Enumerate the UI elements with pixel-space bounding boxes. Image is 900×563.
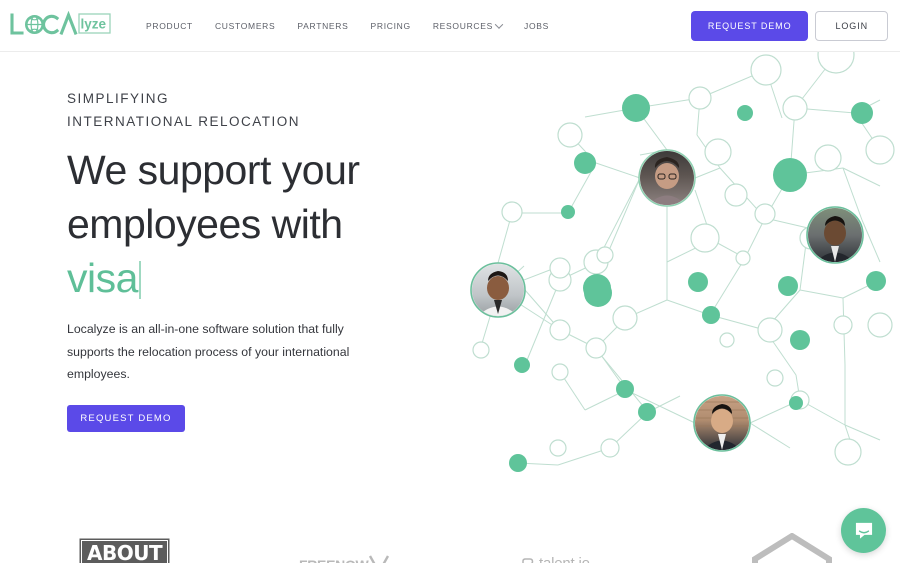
nav-item-pricing[interactable]: PRICING (360, 15, 422, 37)
chat-bubble-icon (855, 522, 872, 539)
chevron-down-icon (494, 19, 504, 29)
freenow-logo: FREENOW (299, 555, 390, 563)
hero-subcopy: Localyze is an all-in-one software solut… (67, 322, 350, 381)
house-icon (752, 532, 832, 563)
network-nodes (472, 45, 895, 472)
talent-io-label: talent.io (539, 555, 590, 563)
hero-section: SIMPLIFYING INTERNATIONAL RELOCATION We … (67, 88, 397, 432)
nav-item-label: CUSTOMERS (214, 20, 276, 31)
nav-item-customers[interactable]: CUSTOMERS (204, 15, 286, 37)
avatar-person-3 (806, 206, 864, 264)
hero-eyebrow: SIMPLIFYING INTERNATIONAL RELOCATION (67, 91, 301, 129)
request-demo-button-hero[interactable]: REQUEST DEMO (67, 404, 185, 432)
nav-item-jobs[interactable]: JOBS (513, 15, 560, 37)
freenow-check-icon (369, 555, 390, 563)
nav-item-label: PRICING (370, 20, 411, 31)
talent-io-logo: talent.io (521, 555, 590, 563)
login-button[interactable]: LOGIN (815, 10, 888, 41)
top-navbar: lyze PRODUCT CUSTOMERS PARTNERS PRICING … (0, 0, 900, 52)
nav-item-label: PARTNERS (297, 20, 349, 31)
partner-logos-strip: ABOUT FREENOW talent.io (0, 505, 900, 563)
avatar-person-2 (470, 262, 526, 318)
nav-item-product[interactable]: PRODUCT (135, 15, 204, 37)
nav-item-partners[interactable]: PARTNERS (286, 15, 359, 37)
request-demo-button-header[interactable]: REQUEST DEMO (690, 10, 809, 41)
hero-headline-static: We support your employees with (67, 147, 360, 247)
chat-launcher-button[interactable] (841, 508, 886, 553)
svg-text:lyze: lyze (81, 16, 107, 31)
nav-item-label: PRODUCT (146, 20, 193, 31)
nav-actions: REQUEST DEMO LOGIN (690, 10, 888, 41)
nav-item-label: RESOURCES (432, 20, 493, 31)
talent-io-mark-icon (522, 557, 534, 563)
localyze-logo-mark: lyze (10, 10, 111, 35)
home-logo (751, 532, 833, 563)
localyze-logo[interactable]: lyze (9, 9, 112, 43)
nav-links: PRODUCT CUSTOMERS PARTNERS PRICING RESOU… (135, 15, 560, 37)
hero-headline-typed: visa (67, 255, 138, 301)
avatar-person-4 (693, 394, 751, 452)
typing-caret (138, 261, 141, 299)
about-you-logo: ABOUT (81, 540, 169, 563)
hero-headline: We support your employees with visa (67, 143, 397, 305)
nav-item-label: JOBS (524, 20, 550, 31)
network-graph (470, 45, 895, 472)
network-illustration (470, 45, 900, 480)
avatar-person-1 (638, 149, 696, 207)
landing-page: lyze PRODUCT CUSTOMERS PARTNERS PRICING … (0, 0, 900, 563)
network-edges (479, 54, 881, 466)
freenow-logo-label: FREENOW (299, 557, 369, 563)
nav-item-resources[interactable]: RESOURCES (422, 15, 513, 37)
